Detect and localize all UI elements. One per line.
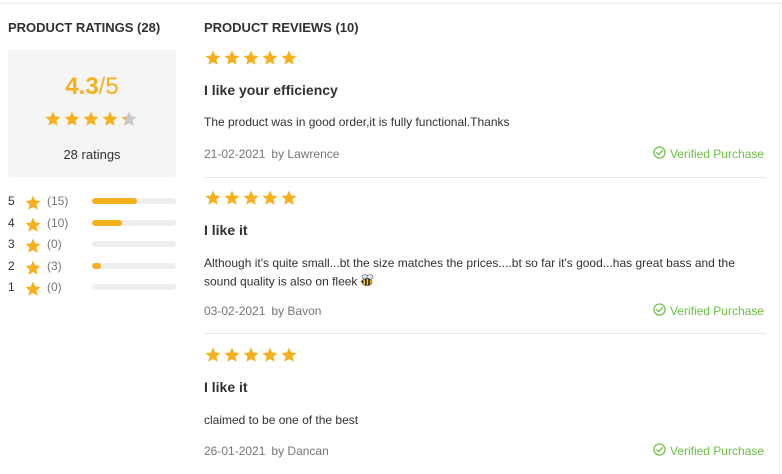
star-icon	[281, 347, 297, 362]
distribution-stars-label: 3	[8, 237, 15, 251]
star-icon	[83, 111, 99, 126]
star-icon	[281, 50, 297, 65]
verified-purchase-badge: Verified Purchase	[653, 443, 764, 459]
distribution-stars-label: 4	[8, 216, 15, 230]
distribution-bar	[92, 198, 176, 204]
distribution-stars-label: 2	[8, 259, 15, 273]
review-text: Although it's quite small...bt the size …	[204, 256, 735, 289]
star-icon	[243, 190, 259, 205]
review-stars	[204, 346, 299, 364]
reviews-title: PRODUCT REVIEWS (10)	[204, 20, 359, 35]
star-icon	[224, 50, 240, 65]
star-icon	[281, 190, 297, 205]
review-title: I like it	[204, 379, 248, 395]
distribution-count: (0)	[47, 237, 62, 251]
star-icon	[224, 347, 240, 362]
star-icon	[24, 259, 41, 275]
review-author: by Bavon	[271, 304, 322, 318]
distribution-bar	[92, 241, 176, 247]
verified-label: Verified Purchase	[669, 147, 764, 161]
bee-emoji-icon	[359, 272, 375, 293]
review-stars	[204, 189, 299, 207]
star-icon	[243, 347, 259, 362]
review-meta: 03-02-2021 by Bavon	[204, 304, 321, 318]
right-border	[779, 3, 780, 474]
distribution-bar	[92, 220, 176, 226]
distribution-bar-fill	[92, 220, 123, 226]
star-icon	[262, 190, 278, 205]
review-body: The product was in good order,it is full…	[204, 114, 764, 131]
verified-label: Verified Purchase	[669, 304, 764, 318]
average-max: 5	[105, 73, 119, 100]
rating-summary: 4.3/5 28 ratings	[8, 50, 176, 177]
distribution-bar	[92, 263, 176, 269]
review-meta: 26-01-2021 by Dancan	[204, 444, 329, 458]
average-rating: 4.3/5	[8, 74, 176, 100]
review-divider	[204, 177, 766, 178]
verified-label: Verified Purchase	[669, 444, 764, 458]
distribution-count: (0)	[47, 280, 62, 294]
star-icon	[205, 190, 221, 205]
review-text: The product was in good order,it is full…	[204, 115, 510, 129]
distribution-count: (10)	[47, 216, 69, 230]
distribution-count: (15)	[47, 194, 69, 208]
star-icon	[262, 347, 278, 362]
review-title: I like it	[204, 222, 248, 238]
review-text: claimed to be one of the best	[204, 413, 359, 427]
check-circle-icon	[653, 303, 670, 319]
review-divider	[204, 333, 766, 334]
star-icon	[243, 50, 259, 65]
star-icon	[45, 111, 61, 126]
review-stars	[204, 49, 299, 67]
check-circle-icon	[653, 146, 670, 162]
star-icon	[262, 50, 278, 65]
review-date: 21-02-2021	[204, 147, 266, 161]
verified-purchase-badge: Verified Purchase	[653, 146, 764, 162]
star-icon	[24, 280, 41, 296]
distribution-bar	[92, 284, 176, 290]
star-icon	[102, 111, 118, 126]
ratings-count: 28 ratings	[63, 147, 121, 162]
review-meta: 21-02-2021 by Lawrence	[204, 147, 339, 161]
star-icon	[224, 190, 240, 205]
average-stars	[44, 110, 139, 128]
star-icon	[205, 347, 221, 362]
review-author: by Lawrence	[271, 147, 340, 161]
review-date: 26-01-2021	[204, 444, 266, 458]
star-icon	[24, 194, 41, 210]
star-icon	[121, 111, 137, 126]
distribution-stars-label: 1	[8, 280, 15, 294]
star-icon	[64, 111, 80, 126]
review-title: I like your efficiency	[204, 82, 338, 98]
distribution-bar-fill	[92, 263, 102, 269]
review-body: claimed to be one of the best	[204, 412, 764, 429]
review-body: Although it's quite small...bt the size …	[204, 255, 764, 293]
review-author: by Dancan	[271, 444, 329, 458]
check-circle-icon	[653, 443, 670, 459]
star-icon	[24, 237, 41, 253]
distribution-count: (3)	[47, 259, 62, 273]
star-icon	[205, 50, 221, 65]
ratings-title: PRODUCT RATINGS (28)	[8, 20, 161, 35]
distribution-bar-fill	[92, 198, 138, 204]
top-border	[0, 3, 782, 4]
distribution-stars-label: 5	[8, 194, 15, 208]
star-icon	[24, 216, 41, 232]
average-value: 4.3	[65, 73, 99, 100]
review-date: 03-02-2021	[204, 304, 266, 318]
verified-purchase-badge: Verified Purchase	[653, 303, 764, 319]
